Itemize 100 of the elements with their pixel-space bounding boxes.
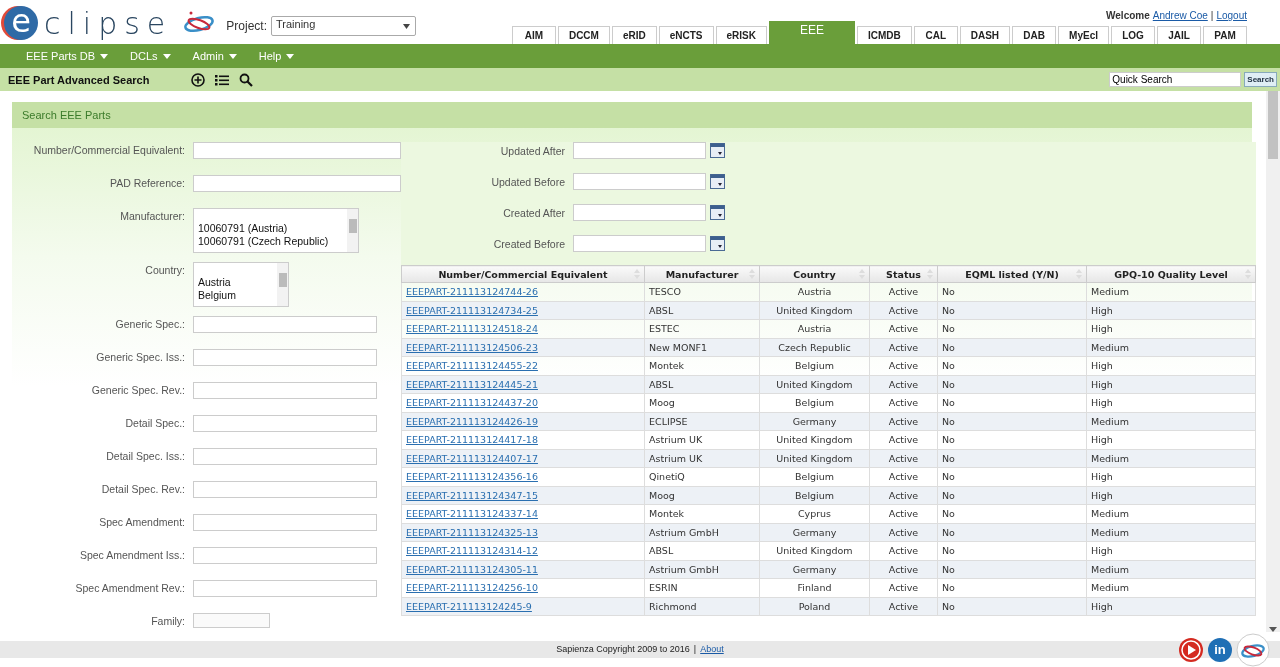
app-tab[interactable]: DCCM xyxy=(557,26,610,44)
app-tab[interactable]: eRID xyxy=(611,26,657,44)
app-tab[interactable]: PAM xyxy=(1203,26,1247,44)
table-cell: Belgium xyxy=(759,393,870,412)
table-cell: Moog xyxy=(644,393,760,412)
part-link[interactable]: EEEPART-211113124437-20 xyxy=(406,397,538,409)
part-link[interactable]: EEEPART-211113124506-23 xyxy=(406,341,538,353)
part-link[interactable]: EEEPART-211113124256-10 xyxy=(406,582,538,594)
calendar-icon[interactable] xyxy=(710,205,725,220)
app-tab[interactable]: eNCTS xyxy=(658,26,714,44)
part-link[interactable]: EEEPART-211113124417-18 xyxy=(406,434,538,446)
scroll-down-icon[interactable] xyxy=(1269,627,1277,632)
part-link[interactable]: EEEPART-211113124407-17 xyxy=(406,452,538,464)
table-cell: Active xyxy=(869,578,938,597)
date-field[interactable] xyxy=(573,142,706,159)
select-field[interactable] xyxy=(193,613,270,628)
linkedin-button[interactable]: in xyxy=(1208,637,1232,662)
app-tab[interactable]: MyEcl xyxy=(1058,26,1109,44)
eclipse-logo: e clipse xyxy=(4,5,173,41)
app-tab[interactable]: CAL xyxy=(913,26,958,44)
dropdown-arrow-icon xyxy=(403,24,410,29)
text-field[interactable] xyxy=(193,175,401,192)
scrollbar[interactable] xyxy=(347,209,358,252)
caret-icon xyxy=(286,53,295,59)
table-cell: No xyxy=(937,356,1087,375)
column-header[interactable]: EQML listed (Y/N) xyxy=(937,265,1087,283)
list-box[interactable]: Austria Belgium xyxy=(193,262,289,307)
column-header[interactable]: Manufacturer xyxy=(644,265,760,283)
play-icon[interactable] xyxy=(1178,636,1204,663)
list-box[interactable]: 10060791 (Austria) 10060791 (Czech Republic) xyxy=(193,208,359,253)
part-link[interactable]: EEEPART-211113124337-14 xyxy=(406,508,538,520)
part-link[interactable]: EEEPART-211113124518-24 xyxy=(406,323,538,335)
field-label: Updated After xyxy=(499,144,565,157)
text-field[interactable] xyxy=(193,349,377,366)
user-link[interactable]: Andrew Coe xyxy=(1152,10,1208,21)
part-link[interactable]: EEEPART-211113124734-25 xyxy=(406,304,538,316)
field-label: Generic Spec. Iss.: xyxy=(95,350,185,363)
list-icon[interactable] xyxy=(215,73,229,86)
text-field[interactable] xyxy=(193,142,401,159)
field-label: Country: xyxy=(144,263,185,276)
text-field[interactable] xyxy=(193,547,377,564)
part-link[interactable]: EEEPART-211113124445-21 xyxy=(406,378,538,390)
text-field[interactable] xyxy=(193,415,377,432)
calendar-icon[interactable] xyxy=(710,143,725,158)
date-field[interactable] xyxy=(573,204,706,221)
app-tab[interactable]: ICMDB xyxy=(856,26,912,44)
date-field[interactable] xyxy=(573,173,706,190)
app-tab[interactable]: AIM xyxy=(511,26,556,44)
list-option[interactable]: Belgium xyxy=(198,289,277,302)
part-link[interactable]: EEEPART-211113124744-26 xyxy=(406,286,538,298)
text-field[interactable] xyxy=(193,514,377,531)
column-header[interactable]: Country xyxy=(759,265,870,283)
part-link[interactable]: EEEPART-211113124347-15 xyxy=(406,489,538,501)
table-cell: ESRIN xyxy=(644,578,760,597)
column-header[interactable]: Status xyxy=(869,265,938,283)
part-link[interactable]: EEEPART-211113124305-11 xyxy=(406,563,538,575)
calendar-icon[interactable] xyxy=(710,236,725,251)
app-tab[interactable]: JAIL xyxy=(1157,26,1201,44)
about-link[interactable]: About xyxy=(700,644,724,654)
table-cell: High xyxy=(1086,430,1256,449)
panel-title: Search EEE Parts xyxy=(22,109,111,121)
part-link[interactable]: EEEPART-211113124245-9 xyxy=(406,600,532,612)
project-select[interactable]: Training xyxy=(271,16,416,36)
table-cell: Montek xyxy=(644,504,760,523)
column-header[interactable]: GPQ-10 Quality Level xyxy=(1086,265,1256,283)
app-tab[interactable]: DASH xyxy=(959,26,1011,44)
text-field[interactable] xyxy=(193,580,377,597)
date-field[interactable] xyxy=(573,235,706,252)
text-field[interactable] xyxy=(193,316,377,333)
text-field[interactable] xyxy=(193,448,377,465)
list-option[interactable]: 10060791 (Czech Republic) xyxy=(198,235,347,248)
column-header[interactable]: Number/Commercial Equivalent xyxy=(401,265,645,283)
app-tab[interactable]: LOG xyxy=(1111,26,1155,44)
sort-icon xyxy=(1245,269,1251,279)
app-tab[interactable]: eRISK xyxy=(715,26,767,44)
orbit-logo-icon[interactable] xyxy=(1236,632,1270,667)
app-tab[interactable]: DAB xyxy=(1012,26,1057,44)
search-button[interactable]: Search xyxy=(1244,72,1277,87)
scroll-thumb[interactable] xyxy=(1268,91,1278,159)
scrollbar[interactable] xyxy=(277,263,288,306)
part-link[interactable]: EEEPART-211113124356-16 xyxy=(406,471,538,483)
quick-search-field[interactable]: Quick Search xyxy=(1109,72,1242,87)
part-link[interactable]: EEEPART-211113124325-13 xyxy=(406,526,538,538)
part-link[interactable]: EEEPART-211113124455-22 xyxy=(406,360,538,372)
table-cell: No xyxy=(937,467,1087,486)
field-label: Detail Spec. Rev.: xyxy=(100,482,185,495)
text-field[interactable] xyxy=(193,382,377,399)
field-label: Detail Spec.: xyxy=(124,416,185,429)
table-cell: Austria xyxy=(759,282,870,301)
logout-link[interactable]: Logout xyxy=(1216,10,1247,21)
scrollbar[interactable] xyxy=(1266,91,1280,632)
search-icon[interactable] xyxy=(239,72,253,87)
table-cell: High xyxy=(1086,356,1256,375)
text-field[interactable] xyxy=(193,481,377,498)
list-option[interactable]: 10060791 (Austria) xyxy=(198,222,347,235)
part-link[interactable]: EEEPART-211113124426-19 xyxy=(406,415,538,427)
part-link[interactable]: EEEPART-211113124314-12 xyxy=(406,545,538,557)
calendar-icon[interactable] xyxy=(710,174,725,189)
add-icon[interactable] xyxy=(191,72,205,87)
list-option[interactable]: Austria xyxy=(198,276,277,289)
